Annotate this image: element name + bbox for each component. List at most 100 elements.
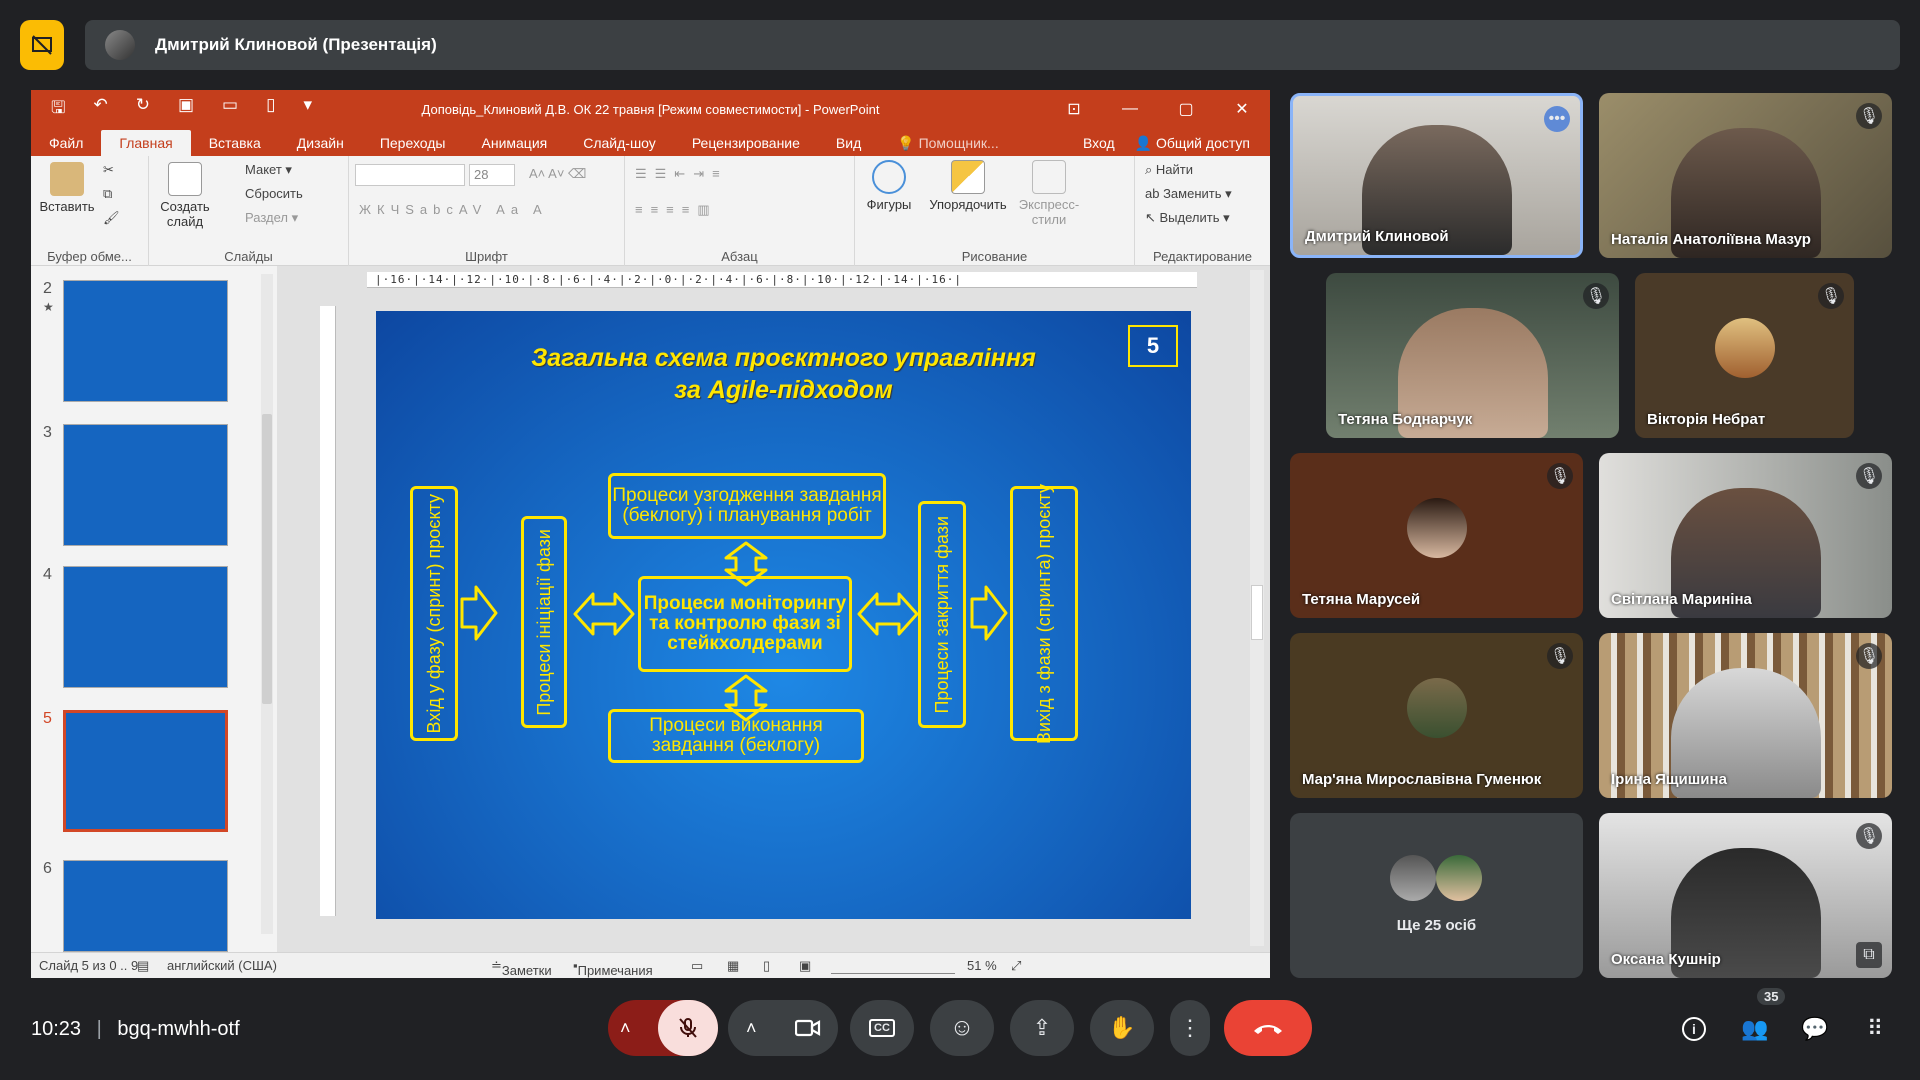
- participant-tile[interactable]: 🎙 Тетяна Боднарчук: [1326, 273, 1619, 438]
- format-painter-icon[interactable]: 🖌: [103, 210, 120, 226]
- normal-view-icon[interactable]: ▭: [691, 958, 703, 974]
- presenter-pill[interactable]: Дмитрий Клиновой (Презентація): [85, 20, 1900, 70]
- replace-button[interactable]: ab Заменить ▾: [1145, 186, 1232, 202]
- participant-tile[interactable]: 🎙 ⧉ Оксана Кушнір: [1599, 813, 1892, 978]
- comments-button[interactable]: ▪ Примечания: [573, 958, 653, 978]
- tab-helper[interactable]: 💡 Помощник...: [879, 130, 1016, 156]
- zoom-slider[interactable]: [831, 958, 955, 974]
- ribbon-display-icon[interactable]: ⊡: [1046, 90, 1102, 128]
- notes-button[interactable]: ≐ Заметки: [491, 958, 552, 978]
- grow-font-icon[interactable]: A˄ A˅ ⌫: [529, 166, 586, 182]
- thumb-scrollbar[interactable]: [261, 274, 273, 934]
- tab-view[interactable]: Вид: [818, 130, 879, 156]
- meeting-info: 10:23 | bgq-mwhh-otf: [31, 1018, 240, 1041]
- signin-link[interactable]: Вход: [1083, 135, 1115, 151]
- arrange-button[interactable]: Упорядочить: [923, 160, 1013, 212]
- customize-icon[interactable]: ▾: [303, 95, 312, 124]
- undo-icon[interactable]: ↶: [93, 95, 107, 124]
- reactions-button[interactable]: ☺: [930, 1000, 994, 1056]
- sorter-view-icon[interactable]: ▦: [727, 958, 739, 974]
- slide-thumbnail[interactable]: [63, 860, 228, 952]
- slideshow-icon[interactable]: ▣: [178, 95, 194, 124]
- font-format-icons[interactable]: ЖКЧSabcAV Aa A: [359, 202, 548, 217]
- reading-view-icon[interactable]: ▯: [763, 958, 770, 974]
- participant-tile[interactable]: 🎙 Світлана Мариніна: [1599, 453, 1892, 618]
- thumb-star-icon: ★: [43, 300, 54, 314]
- slide-canvas[interactable]: Загальна схема проєктного управління за …: [376, 311, 1191, 919]
- camera-toggle-button[interactable]: [778, 1000, 838, 1056]
- open-icon[interactable]: ▭: [222, 95, 238, 124]
- quick-styles-button[interactable]: Экспресс-стили: [1013, 160, 1085, 227]
- new-slide-button[interactable]: Создать слайд: [155, 162, 215, 229]
- paragraph-group: ☰☰⇤⇥≡ ≡≡≡≡▥ Абзац: [625, 156, 855, 266]
- section-button[interactable]: Раздел ▾: [245, 210, 298, 226]
- leave-call-button[interactable]: [1224, 1000, 1312, 1056]
- drawing-group: Фигуры Упорядочить Экспресс-стили Рисова…: [855, 156, 1135, 266]
- language-label[interactable]: английский (США): [167, 958, 277, 973]
- participant-tile[interactable]: 🎙 Тетяна Марусей: [1290, 453, 1583, 618]
- mic-toggle-button[interactable]: [658, 1000, 718, 1056]
- tab-transitions[interactable]: Переходы: [362, 130, 464, 156]
- mic-options-chevron-icon[interactable]: ˄: [620, 1018, 631, 1039]
- new-icon[interactable]: ▯: [266, 95, 275, 124]
- presentation-stop-icon[interactable]: [20, 20, 64, 70]
- slideshow-view-icon[interactable]: ▣: [799, 958, 811, 974]
- tab-design[interactable]: Дизайн: [279, 130, 362, 156]
- participant-tile[interactable]: 🎙 Вікторія Небрат: [1635, 273, 1854, 438]
- save-icon[interactable]: 🖫: [51, 95, 65, 124]
- tab-animations[interactable]: Анимация: [464, 130, 566, 156]
- more-options-button[interactable]: ⋮: [1170, 1000, 1210, 1056]
- fit-slide-icon[interactable]: ⤢: [1011, 958, 1021, 974]
- align-icons[interactable]: ≡≡≡≡▥: [635, 202, 718, 218]
- share-button[interactable]: 👤 Общий доступ: [1135, 135, 1250, 152]
- paste-button[interactable]: Вставить: [37, 162, 97, 214]
- maximize-icon[interactable]: ▢: [1158, 90, 1214, 128]
- minimize-icon[interactable]: —: [1102, 90, 1158, 128]
- participant-tile[interactable]: 🎙 Ірина Ящишина: [1599, 633, 1892, 798]
- slide-thumbnail[interactable]: [63, 566, 228, 688]
- activities-icon[interactable]: ⠿: [1858, 1012, 1892, 1046]
- font-name-input[interactable]: [355, 164, 465, 186]
- tab-home[interactable]: Главная: [101, 130, 191, 156]
- camera-options-chevron-icon[interactable]: ˄: [746, 1018, 757, 1039]
- chat-icon[interactable]: 💬: [1798, 1012, 1832, 1046]
- slide-thumbnail[interactable]: [63, 424, 228, 546]
- cut-icon[interactable]: ✂: [103, 162, 114, 178]
- pip-icon[interactable]: ⧉: [1856, 942, 1882, 968]
- reset-button[interactable]: Сбросить: [245, 186, 303, 201]
- thumb-scroll-thumb[interactable]: [262, 414, 272, 704]
- find-button[interactable]: ⌕ Найти: [1145, 162, 1193, 178]
- more-options-icon[interactable]: •••: [1544, 106, 1570, 132]
- editor-scrollbar[interactable]: [1250, 270, 1264, 946]
- slide-thumbnail[interactable]: [63, 280, 228, 402]
- participant-name: Світлана Мариніна: [1611, 591, 1752, 608]
- tab-review[interactable]: Рецензирование: [674, 130, 818, 156]
- editor-scroll-thumb[interactable]: [1251, 585, 1263, 640]
- slide-thumbnail-selected[interactable]: [63, 710, 228, 832]
- select-button[interactable]: ↖ Выделить ▾: [1145, 210, 1230, 226]
- raise-hand-button[interactable]: ✋: [1090, 1000, 1154, 1056]
- font-size-input[interactable]: 28: [469, 164, 515, 186]
- more-participants-tile[interactable]: Ще 25 осіб: [1290, 813, 1583, 978]
- zoom-level[interactable]: 51 %: [967, 958, 997, 973]
- tab-file[interactable]: Файл: [31, 130, 101, 156]
- more-vert-icon: ⋮: [1179, 1015, 1201, 1040]
- participant-tile[interactable]: 🎙 Мар'яна Мирославівна Гуменюк: [1290, 633, 1583, 798]
- captions-button[interactable]: CC: [850, 1000, 914, 1056]
- redo-icon[interactable]: ↻: [136, 95, 150, 124]
- tab-insert[interactable]: Вставка: [191, 130, 279, 156]
- cursor-icon: ↖: [1145, 210, 1160, 225]
- shapes-button[interactable]: Фигуры: [859, 160, 919, 212]
- close-icon[interactable]: ✕: [1214, 90, 1270, 128]
- spellcheck-icon[interactable]: ▤: [137, 958, 149, 974]
- participant-tile[interactable]: 🎙 Наталія Анатоліївна Мазур: [1599, 93, 1892, 258]
- tab-slideshow[interactable]: Слайд-шоу: [565, 130, 674, 156]
- present-button[interactable]: ⇪: [1010, 1000, 1074, 1056]
- layout-button[interactable]: Макет ▾: [245, 162, 292, 178]
- people-button[interactable]: 👥 35: [1738, 988, 1786, 1046]
- arrow-vertical-bottom: [724, 674, 768, 722]
- list-icons[interactable]: ☰☰⇤⇥≡: [635, 166, 728, 182]
- copy-icon[interactable]: ⧉: [103, 186, 112, 202]
- participant-tile[interactable]: ••• Дмитрий Клиновой: [1290, 93, 1583, 258]
- meeting-details-icon[interactable]: i: [1677, 1012, 1711, 1046]
